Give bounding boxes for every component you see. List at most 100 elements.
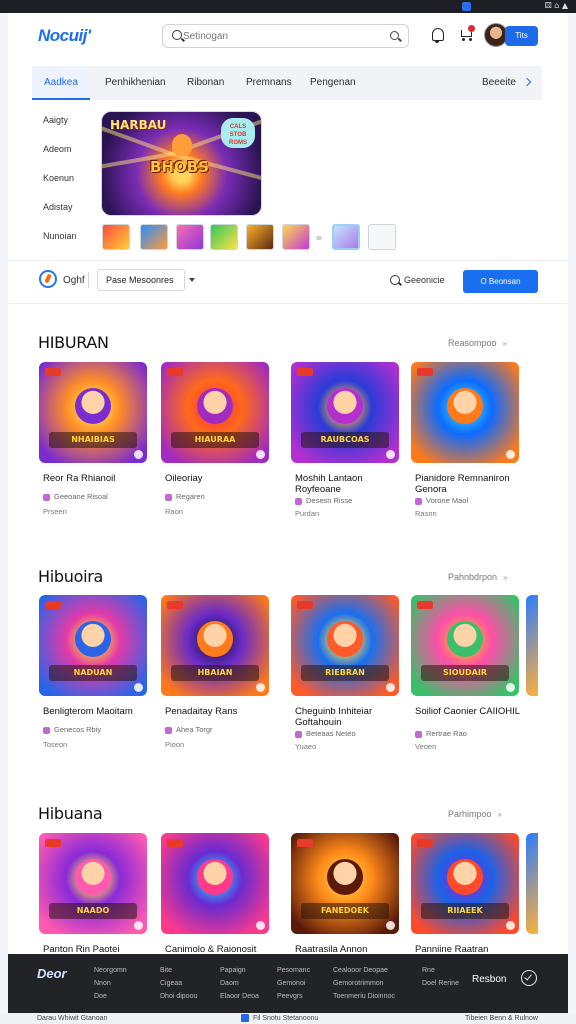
favorite-icon[interactable] [134, 683, 143, 692]
search-submit-icon[interactable] [390, 31, 399, 40]
footer-link[interactable]: Toenmeriu Dioinnoc [333, 990, 395, 1003]
card-title[interactable]: Penadaitay Rans [165, 706, 275, 717]
footer-link[interactable]: Gemorotrimmon [333, 977, 395, 990]
game-thumbnail[interactable] [161, 833, 269, 934]
bottom-bar-middle[interactable]: Fil Snotu Stetanoonu [241, 1014, 318, 1022]
card-title[interactable]: Soiliof Caonier CAIIOHIL [415, 706, 525, 717]
notification-bell-icon[interactable] [432, 28, 444, 43]
game-thumbnail[interactable]: NADUAN [39, 595, 147, 696]
tab-pengenan[interactable]: Pengenan [310, 66, 356, 100]
footer-link[interactable]: Papaign [220, 964, 259, 977]
bottom-bar-right[interactable]: Tibeien Benn & Rulnow [465, 1015, 538, 1022]
footer-link[interactable]: Daom [220, 977, 259, 990]
footer-link[interactable]: Dhoi dipoou [160, 990, 197, 1003]
thumbnail[interactable] [210, 224, 238, 250]
favorite-icon[interactable] [506, 683, 515, 692]
filter-search-label[interactable]: Geeonicie [404, 275, 445, 285]
favorite-icon[interactable] [506, 921, 515, 930]
chevron-down-icon[interactable] [189, 278, 195, 282]
bottom-bar: Darau Whiwit Gtanoan Fil Snotu Stetanoon… [0, 1013, 576, 1024]
sidebar-item-aaigty[interactable]: Aaigty [43, 115, 68, 125]
user-menu-button[interactable]: Tits [505, 26, 538, 46]
thumbnail-selected[interactable] [332, 224, 360, 250]
card-title[interactable]: Moshih Lantaon Royfeoane [295, 473, 405, 495]
favorite-icon[interactable] [386, 683, 395, 692]
card-title[interactable]: Pianidore Remnaniron Genora [415, 473, 525, 495]
footer-link[interactable]: Neorgomn [94, 964, 127, 977]
search-icon[interactable] [390, 275, 400, 285]
thumbnail[interactable] [246, 224, 274, 250]
sidebar-item-adeom[interactable]: Adeom [43, 144, 72, 154]
section-see-all-link[interactable]: Reasompoo » [448, 338, 507, 348]
card-title[interactable]: Oileoriay [165, 473, 275, 484]
game-thumbnail[interactable]: SIOUDAIR [411, 595, 519, 696]
favorite-icon[interactable] [386, 921, 395, 930]
sidebar-item-koenun[interactable]: Koenun [43, 173, 74, 183]
thumbnail[interactable] [282, 224, 310, 250]
filter-apply-button[interactable]: O Beonsan [463, 270, 538, 293]
tab-penhikhenian[interactable]: Penhikhenian [105, 66, 166, 100]
favorite-icon[interactable] [134, 450, 143, 459]
card-meta: Ahea Torgr [165, 725, 213, 734]
favorite-icon[interactable] [134, 921, 143, 930]
footer-link[interactable]: Cealooor Deopae [333, 964, 395, 977]
card-peek[interactable] [526, 595, 538, 696]
footer-logo[interactable]: Deor [37, 966, 67, 981]
favorite-icon[interactable] [256, 450, 265, 459]
footer-link[interactable]: Pesomanc [277, 964, 310, 977]
footer-link[interactable]: Gemonoi [277, 977, 310, 990]
cart-icon[interactable] [460, 25, 475, 41]
sidebar-item-adistay[interactable]: Adistay [43, 202, 73, 212]
favorite-icon[interactable] [506, 450, 515, 459]
favorite-icon[interactable] [386, 450, 395, 459]
game-thumbnail[interactable]: NAADO [39, 833, 147, 934]
game-thumbnail[interactable]: HIAURAA [161, 362, 269, 463]
search-bar[interactable] [162, 24, 409, 48]
tab-ribonan[interactable]: Ribonan [187, 66, 224, 100]
game-thumbnail[interactable] [411, 362, 519, 463]
favorite-icon[interactable] [256, 683, 265, 692]
favorite-icon[interactable] [256, 921, 265, 930]
game-thumbnail[interactable]: RIIAEEK [411, 833, 519, 934]
thumbnail[interactable] [140, 224, 168, 250]
footer-link[interactable]: Rne [422, 964, 459, 977]
card-peek[interactable] [526, 833, 538, 934]
sort-select[interactable]: Pase Mesoonres [97, 269, 185, 291]
game-thumbnail[interactable]: RIEBRAN [291, 595, 399, 696]
sidebar-item-nunoian[interactable]: Nunoian [43, 231, 77, 241]
footer-link[interactable]: Doel Rerine [422, 977, 459, 990]
thumbnail[interactable] [176, 224, 204, 250]
thumbnail[interactable] [102, 224, 130, 250]
tab-premnans[interactable]: Premnans [246, 66, 292, 100]
card-title[interactable]: Reor Ra Rhianoil [43, 473, 153, 484]
game-thumbnail[interactable]: RAUBCOAS [291, 362, 399, 463]
game-thumbnail[interactable]: HBAIAN [161, 595, 269, 696]
footer-right-label[interactable]: Resbon [472, 974, 506, 985]
footer-link[interactable]: Elaoor Deoa [220, 990, 259, 1003]
check-circle-icon[interactable] [521, 970, 537, 986]
bottom-bar-left[interactable]: Darau Whiwit Gtanoan [37, 1015, 107, 1022]
hot-tag-icon [45, 368, 61, 376]
footer-link[interactable]: Cigeaa [160, 977, 197, 990]
footer-link[interactable]: Nnon [94, 977, 127, 990]
site-logo[interactable]: Nocuij' [38, 26, 91, 46]
game-thumbnail[interactable]: NHAIBIAS [39, 362, 147, 463]
card-subtitle: Toseon [43, 740, 68, 749]
character-art [327, 388, 363, 424]
section-see-all-link[interactable]: Pahnbdrpon » [448, 572, 508, 582]
footer-link[interactable]: Bite [160, 964, 197, 977]
search-input[interactable] [183, 28, 383, 44]
tab-aadkea[interactable]: Aadkea [32, 66, 90, 100]
game-thumbnail[interactable]: FANEDOEK [291, 833, 399, 934]
featured-game-banner[interactable]: HARBAU BHOBS CALS STOB ROMS [101, 111, 262, 216]
card-meta-text: Regaren [176, 492, 205, 501]
provider-icon [165, 726, 172, 734]
tabs-more-link[interactable]: Beeeite [482, 66, 532, 100]
provider-icon [295, 730, 302, 738]
thumbnail-more[interactable] [368, 224, 396, 250]
card-title[interactable]: Benligterom Maoitam [43, 706, 153, 717]
footer-link[interactable]: Doe [94, 990, 127, 1003]
section-see-all-link[interactable]: Parhimpoo » [448, 809, 502, 819]
card-title[interactable]: Cheguinb Inhiteiar Goftahouin [295, 706, 405, 728]
footer-link[interactable]: Peevgrs [277, 990, 310, 1003]
